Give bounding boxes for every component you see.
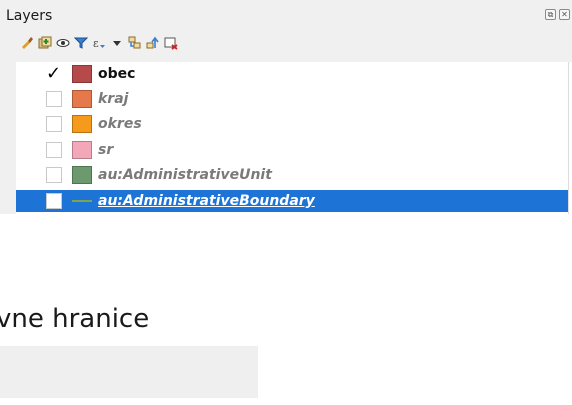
layers-panel: Layers ⧉ ✕ ε ✓ obec kraj okres sr au:Adm…	[0, 0, 572, 214]
svg-text:ε: ε	[93, 37, 99, 50]
panel-title: Layers	[6, 8, 53, 24]
panel-controls: ⧉ ✕	[545, 9, 570, 20]
layer-tree: ✓ obec kraj okres sr au:AdministrativeUn…	[16, 62, 572, 214]
form-heading: vne hranice	[0, 304, 150, 334]
line-symbol-icon	[72, 192, 92, 210]
filter-legend-icon[interactable]	[74, 35, 88, 51]
layer-name: okres	[98, 116, 142, 132]
fill-symbol-swatch	[72, 65, 92, 83]
layer-name: kraj	[98, 91, 129, 107]
add-group-icon[interactable]	[38, 35, 52, 51]
layer-visibility-checkbox[interactable]	[46, 167, 62, 183]
layer-row-okres[interactable]: okres	[16, 113, 570, 135]
layer-visibility-checkbox[interactable]	[46, 142, 62, 158]
layer-visibility-checkbox[interactable]: ✓	[46, 65, 62, 83]
layer-row-kraj[interactable]: kraj	[16, 88, 570, 110]
filter-by-expression-icon[interactable]: ε	[92, 35, 106, 51]
manage-visibility-icon[interactable]	[56, 35, 70, 51]
expand-all-icon[interactable]	[128, 35, 142, 51]
collapse-all-icon[interactable]	[146, 35, 160, 51]
layer-name: sr	[98, 142, 114, 158]
layer-visibility-checkbox[interactable]	[46, 91, 62, 107]
tree-scrollbar[interactable]	[568, 62, 572, 214]
fill-symbol-swatch	[72, 90, 92, 108]
text-field[interactable]	[0, 346, 258, 398]
style-manager-icon[interactable]	[20, 35, 34, 51]
layer-row-administrative-unit[interactable]: au:AdministrativeUnit	[16, 164, 570, 186]
layer-row-sr[interactable]: sr	[16, 139, 570, 161]
close-panel-icon[interactable]: ✕	[559, 9, 570, 20]
layer-name: obec	[98, 66, 136, 82]
layer-row-administrative-boundary[interactable]: au:AdministrativeBoundary	[16, 190, 570, 212]
remove-layer-icon[interactable]	[164, 35, 178, 51]
layer-row-obec[interactable]: ✓ obec	[16, 63, 570, 85]
fill-symbol-swatch	[72, 115, 92, 133]
layer-visibility-checkbox[interactable]	[46, 193, 62, 209]
layers-toolbar: ε	[20, 34, 178, 52]
layer-name: au:AdministrativeBoundary	[98, 193, 315, 209]
fill-symbol-swatch	[72, 141, 92, 159]
layer-visibility-checkbox[interactable]	[46, 116, 62, 132]
layer-name: au:AdministrativeUnit	[98, 167, 272, 183]
fill-symbol-swatch	[72, 166, 92, 184]
dropdown-arrow-icon[interactable]	[110, 35, 124, 51]
float-panel-icon[interactable]: ⧉	[545, 9, 556, 20]
